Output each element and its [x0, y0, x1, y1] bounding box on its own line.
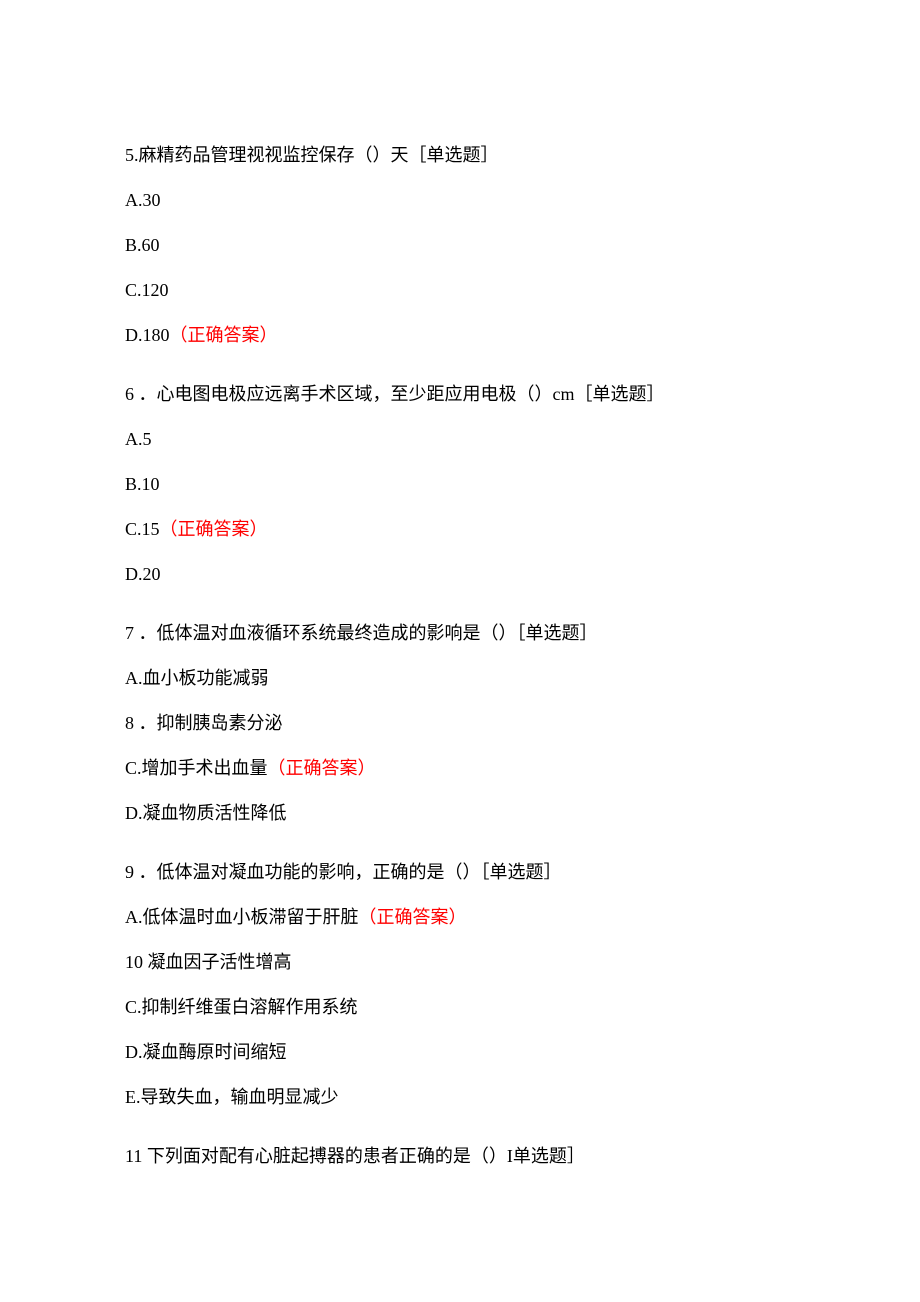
option-d: D.凝血酶原时间缩短: [125, 1039, 795, 1066]
option-b: 10 凝血因子活性增高: [125, 949, 795, 976]
question-5: 5.麻精药品管理视视监控保存（）天［单选题］ A.30 B.60 C.120 D…: [125, 142, 795, 349]
option-text: A.低体温时血小板滞留于肝脏: [125, 907, 359, 927]
option-d: D.凝血物质活性降低: [125, 800, 795, 827]
option-b: 8 ．抑制胰岛素分泌: [125, 710, 795, 737]
option-c: C.增加手术出血量（正确答案）: [125, 755, 795, 782]
option-b: B.60: [125, 232, 795, 259]
option-e: E.导致失血，输血明显减少: [125, 1084, 795, 1111]
option-a: A.30: [125, 187, 795, 214]
option-b: B.10: [125, 471, 795, 498]
question-stem: 9 ．低体温对凝血功能的影响，正确的是（）［单选题］: [125, 859, 795, 886]
question-7: 7 ．低体温对血液循环系统最终造成的影响是（）［单选题］ A.血小板功能减弱 8…: [125, 620, 795, 827]
correct-answer-label: （正确答案）: [359, 907, 467, 927]
option-text: C.增加手术出血量: [125, 758, 268, 778]
option-c: C.抑制纤维蛋白溶解作用系统: [125, 994, 795, 1021]
option-c: C.15（正确答案）: [125, 516, 795, 543]
page: 5.麻精药品管理视视监控保存（）天［单选题］ A.30 B.60 C.120 D…: [0, 0, 920, 1302]
option-a: A.低体温时血小板滞留于肝脏（正确答案）: [125, 904, 795, 931]
question-11: 11 下列面对配有心脏起搏器的患者正确的是（）I单选题］: [125, 1143, 795, 1170]
option-c: C.120: [125, 277, 795, 304]
correct-answer-label: （正确答案）: [268, 758, 376, 778]
question-9: 9 ．低体温对凝血功能的影响，正确的是（）［单选题］ A.低体温时血小板滞留于肝…: [125, 859, 795, 1111]
question-stem: 6 ．心电图电极应远离手术区域，至少距应用电极（）cm［单选题］: [125, 381, 795, 408]
question-6: 6 ．心电图电极应远离手术区域，至少距应用电极（）cm［单选题］ A.5 B.1…: [125, 381, 795, 588]
correct-answer-label: （正确答案）: [170, 325, 278, 345]
question-stem: 11 下列面对配有心脏起搏器的患者正确的是（）I单选题］: [125, 1143, 795, 1170]
option-text: D.180: [125, 325, 170, 345]
option-d: D.180（正确答案）: [125, 322, 795, 349]
option-d: D.20: [125, 561, 795, 588]
option-a: A.血小板功能减弱: [125, 665, 795, 692]
option-a: A.5: [125, 426, 795, 453]
question-stem: 7 ．低体温对血液循环系统最终造成的影响是（）［单选题］: [125, 620, 795, 647]
correct-answer-label: （正确答案）: [160, 519, 268, 539]
question-stem: 5.麻精药品管理视视监控保存（）天［单选题］: [125, 142, 795, 169]
option-text: C.15: [125, 519, 160, 539]
